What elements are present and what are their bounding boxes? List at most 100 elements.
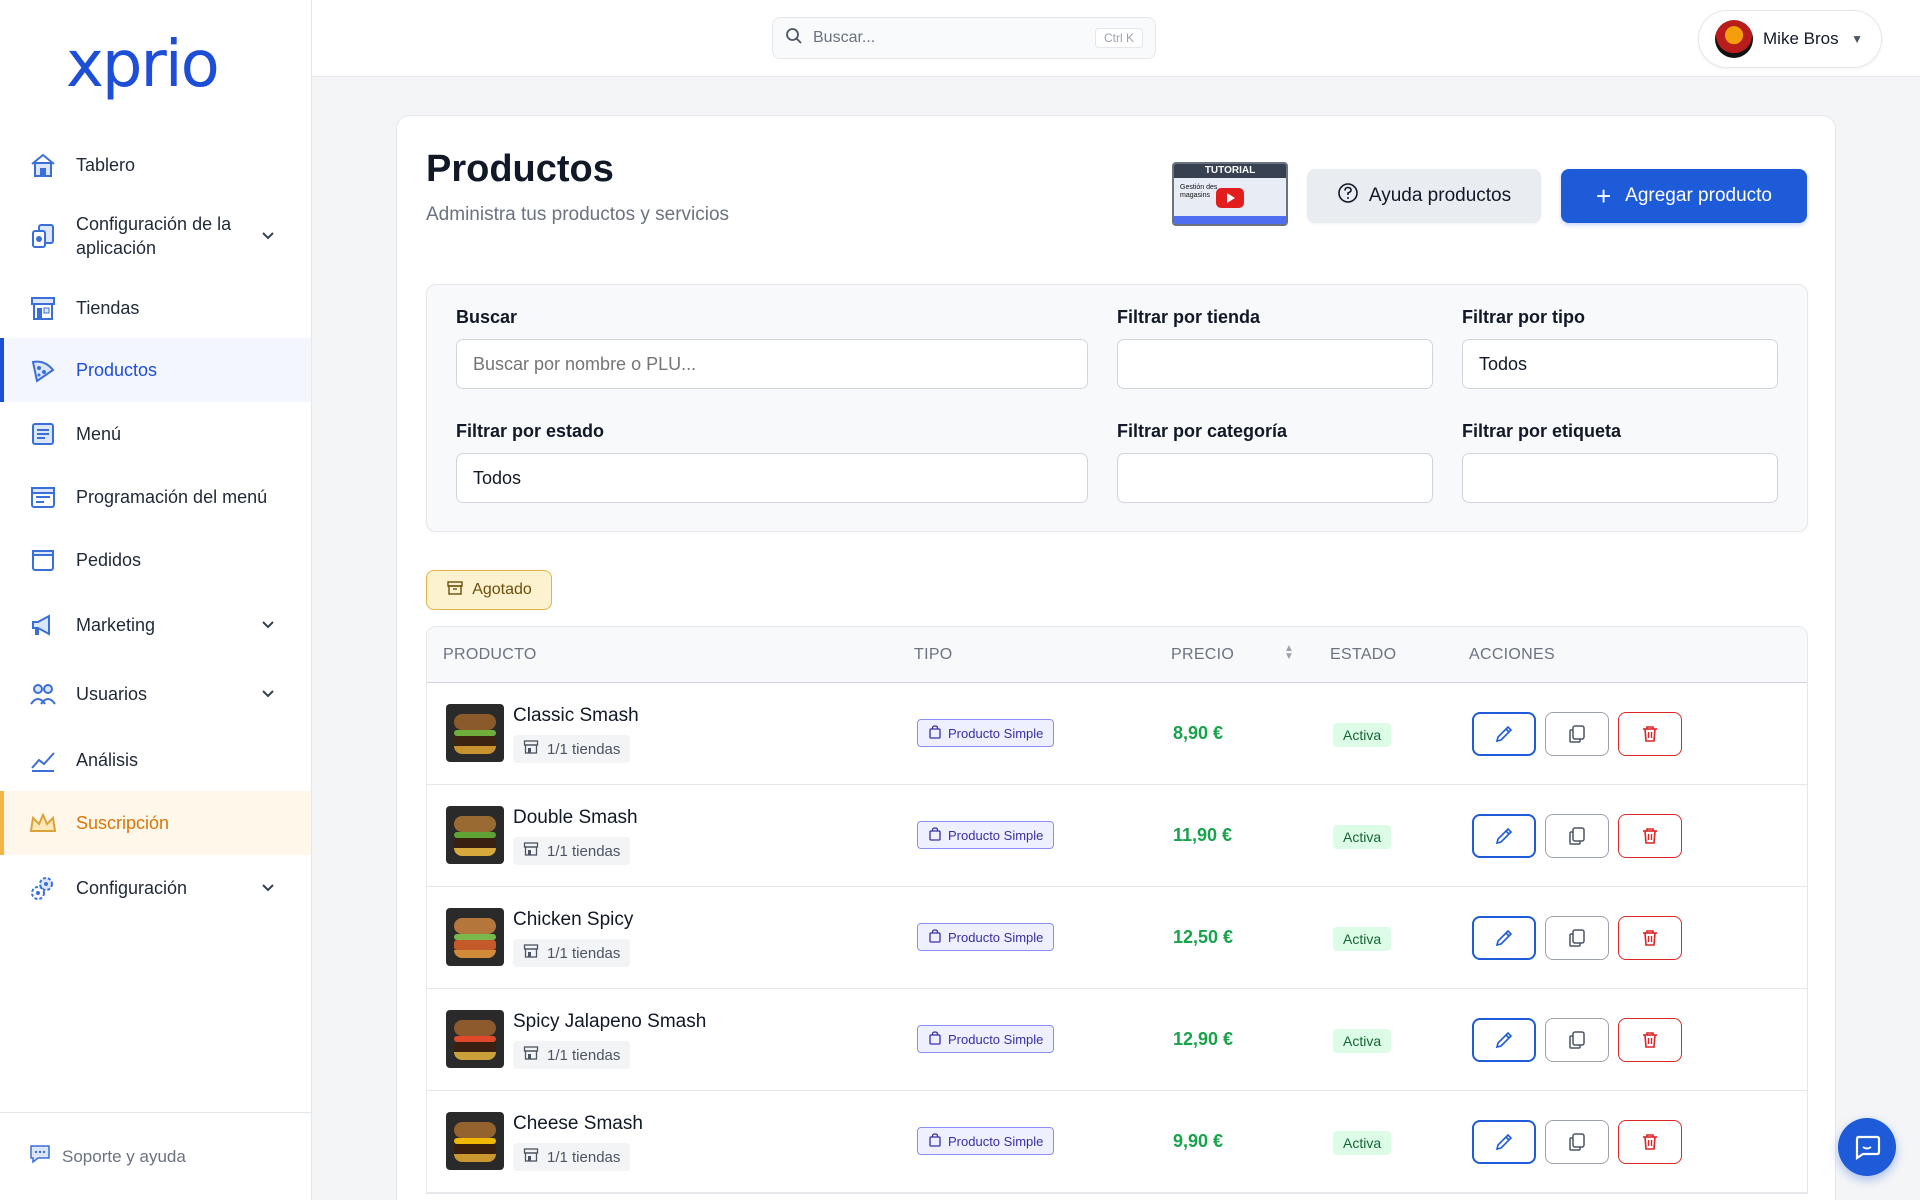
sidebar-item-productos[interactable]: Productos [0, 338, 311, 402]
duplicate-button[interactable] [1545, 712, 1609, 756]
edit-button[interactable] [1472, 1018, 1536, 1062]
chevron-down-icon[interactable] [261, 686, 281, 702]
product-stores: 1/1 tiendas [513, 735, 631, 763]
app-logo[interactable]: xprio [66, 28, 220, 102]
sidebar-item-programacion-menu[interactable]: Programación del menú [0, 475, 311, 519]
user-name: Mike Bros [1763, 29, 1839, 48]
sidebar-item-suscripcion[interactable]: Suscripción [0, 791, 311, 855]
add-product-button[interactable]: + Agregar producto [1561, 169, 1807, 223]
product-name[interactable]: Chicken Spicy [513, 909, 633, 931]
delete-button[interactable] [1618, 1120, 1682, 1164]
sidebar-item-analisis[interactable]: Análisis [0, 738, 311, 782]
product-thumbnail[interactable] [446, 1112, 504, 1170]
filter-store-select[interactable] [1117, 339, 1433, 389]
product-thumbnail[interactable] [446, 806, 504, 864]
burger-bun-bottom [454, 1052, 496, 1060]
sort-icon[interactable]: ▲ ▼ [1284, 644, 1294, 662]
duplicate-button[interactable] [1545, 814, 1609, 858]
schedule-icon [28, 482, 58, 512]
sidebar-item-tablero[interactable]: Tablero [0, 143, 311, 187]
global-search-input[interactable]: Buscar... Ctrl K [772, 17, 1156, 59]
filter-category-select[interactable] [1117, 453, 1433, 503]
product-type-badge: Producto Simple [917, 821, 1055, 849]
product-stores-label: 1/1 tiendas [547, 1148, 621, 1166]
sidebar-item-marketing[interactable]: Marketing [0, 603, 311, 647]
chevron-down-icon[interactable] [261, 617, 281, 633]
top-header: Buscar... Ctrl K Mike Bros ▼ [312, 0, 1920, 77]
chat-launcher-button[interactable] [1838, 1118, 1896, 1176]
product-name[interactable]: Double Smash [513, 807, 638, 829]
copy-icon [1569, 929, 1585, 947]
product-name[interactable]: Classic Smash [513, 705, 639, 727]
sidebar-item-label: Productos [76, 360, 158, 380]
product-stores: 1/1 tiendas [513, 1143, 631, 1171]
product-stores: 1/1 tiendas [513, 837, 631, 865]
burger-patty [454, 736, 496, 746]
delete-button[interactable] [1618, 712, 1682, 756]
product-price: 12,50 € [1173, 927, 1234, 947]
chevron-down-icon[interactable] [261, 228, 281, 244]
products-panel: Productos Administra tus productos y ser… [396, 115, 1836, 1200]
sidebar-item-tiendas[interactable]: Tiendas [0, 286, 311, 330]
search-icon [785, 27, 803, 50]
filter-status-select[interactable]: Todos [456, 453, 1088, 503]
product-name[interactable]: Spicy Jalapeno Smash [513, 1011, 706, 1033]
trash-icon [1643, 828, 1657, 844]
gears-icon [28, 873, 58, 903]
sidebar-item-usuarios[interactable]: Usuarios [0, 672, 311, 716]
burger-patty [454, 940, 496, 950]
edit-button[interactable] [1472, 1120, 1536, 1164]
product-thumbnail[interactable] [446, 704, 504, 762]
support-link[interactable]: Soporte y ayuda [0, 1112, 311, 1200]
column-header-price[interactable]: PRECIO [1171, 646, 1234, 664]
filter-search-input[interactable] [456, 339, 1088, 389]
copy-icon [1569, 725, 1585, 743]
burger-patty [454, 838, 496, 848]
product-name[interactable]: Cheese Smash [513, 1113, 643, 1135]
column-header-status: ESTADO [1330, 646, 1397, 663]
column-header-type: TIPO [914, 646, 953, 663]
delete-button[interactable] [1618, 814, 1682, 858]
pencil-icon [1495, 827, 1513, 845]
edit-button[interactable] [1472, 712, 1536, 756]
product-type-badge: Producto Simple [917, 1025, 1055, 1053]
user-menu[interactable]: Mike Bros ▼ [1698, 10, 1882, 68]
product-thumbnail[interactable] [446, 908, 504, 966]
shopping-bag-icon [928, 826, 942, 844]
edit-button[interactable] [1472, 916, 1536, 960]
column-header-product: PRODUCTO [443, 646, 537, 663]
sidebar-item-label: Menú [76, 424, 122, 444]
product-price: 9,90 € [1173, 1131, 1224, 1151]
products-table: PRODUCTO TIPO PRECIO ▲ ▼ ESTADO ACCIONES … [426, 626, 1808, 1194]
filter-status-label: Filtrar por estado [456, 421, 605, 441]
duplicate-button[interactable] [1545, 916, 1609, 960]
burger-bun-bottom [454, 950, 496, 958]
chevron-down-icon[interactable] [261, 880, 281, 896]
sidebar-item-app-config[interactable]: Configuración de la aplicación [0, 210, 311, 262]
sidebar-item-menu[interactable]: Menú [0, 412, 311, 456]
sidebar: xprio Tablero Configuración de la aplica… [0, 0, 312, 1200]
product-type-label: Producto Simple [948, 1031, 1044, 1047]
tutorial-video-thumbnail[interactable]: TUTORIAL Gestión des magasins [1172, 162, 1288, 226]
filter-tag-select[interactable] [1462, 453, 1778, 503]
product-thumbnail[interactable] [446, 1010, 504, 1068]
store-icon [523, 739, 539, 759]
filters-panel: Buscar Filtrar por tienda Filtrar por ti… [426, 284, 1808, 532]
chat-bubble-icon [28, 1143, 52, 1170]
sidebar-item-configuracion[interactable]: Configuración [0, 866, 311, 910]
filter-store-label: Filtrar por tienda [1117, 307, 1261, 327]
sidebar-item-label: Configuración [76, 878, 188, 898]
sidebar-item-pedidos[interactable]: Pedidos [0, 538, 311, 582]
delete-button[interactable] [1618, 916, 1682, 960]
megaphone-icon [28, 610, 58, 640]
delete-button[interactable] [1618, 1018, 1682, 1062]
duplicate-button[interactable] [1545, 1018, 1609, 1062]
status-badge: Activa [1333, 927, 1392, 951]
edit-button[interactable] [1472, 814, 1536, 858]
pizza-icon [28, 355, 58, 385]
filter-type-select[interactable]: Todos [1462, 339, 1778, 389]
out-of-stock-filter-button[interactable]: Agotado [426, 570, 552, 610]
sidebar-item-label: Usuarios [76, 684, 148, 704]
help-products-button[interactable]: Ayuda productos [1307, 169, 1541, 223]
duplicate-button[interactable] [1545, 1120, 1609, 1164]
